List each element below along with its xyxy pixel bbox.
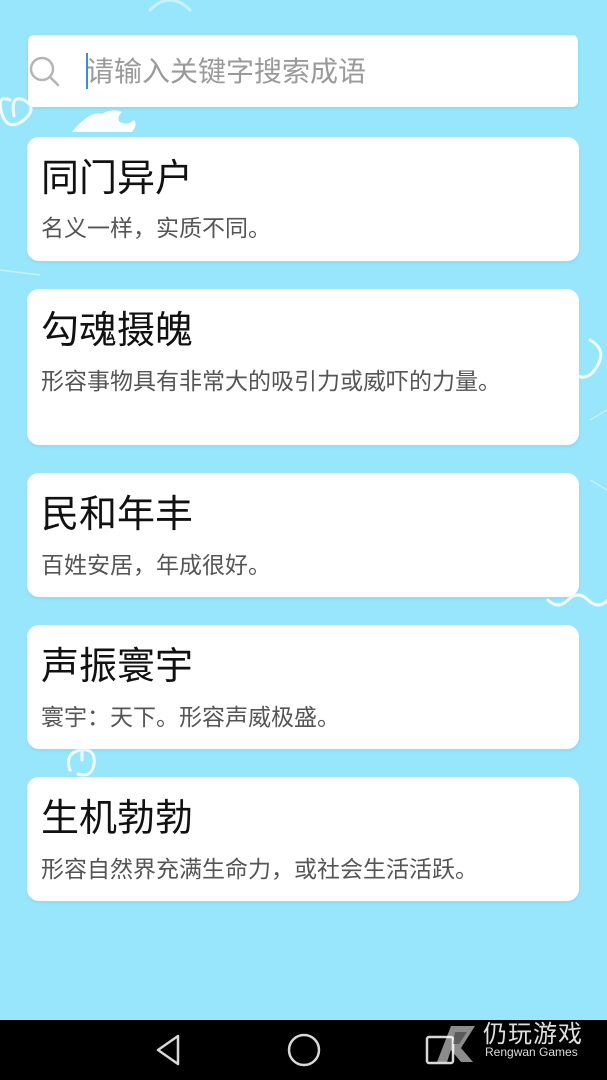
idiom-card[interactable]: 民和年丰 百姓安居，年成很好。 (27, 473, 579, 597)
home-icon[interactable] (284, 1030, 324, 1070)
watermark-title: 仍玩游戏 (483, 1020, 583, 1048)
search-bar[interactable] (28, 35, 578, 107)
rengwan-logo-icon (437, 1026, 475, 1062)
idiom-description: 寰宇：天下。形容声威极盛。 (41, 705, 340, 731)
watermark-subtitle: Rengwan Games (485, 1045, 578, 1059)
watermark: 仍玩游戏 Rengwan Games (425, 1012, 607, 1080)
idiom-description: 形容自然界充满生命力，或社会生活活跃。 (41, 857, 478, 883)
idiom-title: 声振寰宇 (41, 644, 194, 688)
idiom-card[interactable]: 同门异户 名义一样，实质不同。 (27, 137, 579, 261)
idiom-title: 民和年丰 (41, 492, 194, 536)
idiom-description: 百姓安居，年成很好。 (41, 553, 271, 579)
idiom-card[interactable]: 生机勃勃 形容自然界充满生命力，或社会生活活跃。 (27, 777, 579, 901)
idiom-card[interactable]: 声振寰宇 寰宇：天下。形容声威极盛。 (27, 625, 579, 749)
search-input[interactable] (86, 47, 566, 95)
idiom-description: 名义一样，实质不同。 (41, 216, 271, 242)
idiom-title: 同门异户 (41, 156, 194, 200)
back-icon[interactable] (150, 1030, 190, 1070)
idiom-title: 勾魂摄魄 (41, 308, 194, 352)
text-cursor (86, 53, 88, 89)
search-icon (29, 56, 60, 87)
idiom-card[interactable]: 勾魂摄魄 形容事物具有非常大的吸引力或威吓的力量。 (27, 289, 579, 445)
idiom-description: 形容事物具有非常大的吸引力或威吓的力量。 (41, 369, 501, 395)
idiom-title: 生机勃勃 (41, 796, 194, 840)
